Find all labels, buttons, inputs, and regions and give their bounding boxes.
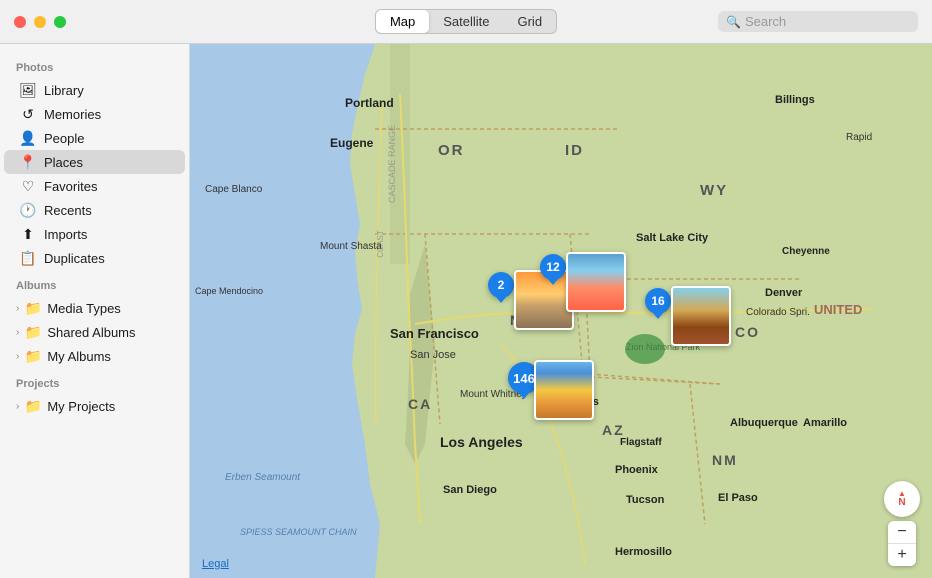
photo-beach xyxy=(516,272,572,328)
sidebar-item-library[interactable]: 🖼 Library xyxy=(4,78,185,102)
favorites-icon: ♡ xyxy=(20,178,36,194)
sidebar-item-memories[interactable]: ↺ Memories xyxy=(4,102,185,126)
photo-person xyxy=(568,254,624,310)
pin-thumbnail-4 xyxy=(534,360,594,420)
recents-icon: 🕐 xyxy=(20,202,36,218)
sidebar-item-shared-albums[interactable]: › 📁 Shared Albums xyxy=(4,320,185,344)
map-pin-4[interactable]: 146 xyxy=(508,362,540,394)
tab-satellite[interactable]: Satellite xyxy=(429,10,503,33)
search-input[interactable] xyxy=(745,14,910,29)
library-icon: 🖼 xyxy=(20,82,36,98)
map-pin-3[interactable]: 16 xyxy=(645,288,671,314)
my-albums-folder-icon: 📁 xyxy=(25,348,41,364)
photo-canyon xyxy=(673,288,729,344)
sidebar: Photos 🖼 Library ↺ Memories 👤 People 📍 P… xyxy=(0,44,190,578)
sidebar-item-label-favorites: Favorites xyxy=(44,179,97,194)
close-button[interactable] xyxy=(14,16,26,28)
legal-link[interactable]: Legal xyxy=(202,558,229,570)
chevron-icon-4: › xyxy=(16,401,19,412)
pin-count-2: 12 xyxy=(540,254,566,280)
sidebar-item-duplicates[interactable]: 📋 Duplicates xyxy=(4,246,185,270)
traffic-lights xyxy=(0,16,66,28)
view-tabs: Map Satellite Grid xyxy=(375,9,557,34)
minimize-button[interactable] xyxy=(34,16,46,28)
shared-albums-folder-icon: 📁 xyxy=(25,324,41,340)
people-icon: 👤 xyxy=(20,130,36,146)
sidebar-item-label-memories: Memories xyxy=(44,107,101,122)
photo-person2 xyxy=(536,362,592,418)
chevron-icon: › xyxy=(16,303,19,314)
tab-grid[interactable]: Grid xyxy=(503,10,556,33)
pin-thumbnail-3 xyxy=(671,286,731,346)
sidebar-item-favorites[interactable]: ♡ Favorites xyxy=(4,174,185,198)
tab-map[interactable]: Map xyxy=(376,10,429,33)
sidebar-item-my-projects[interactable]: › 📁 My Projects xyxy=(4,394,185,418)
sidebar-item-label-duplicates: Duplicates xyxy=(44,251,105,266)
duplicates-icon: 📋 xyxy=(20,250,36,266)
sidebar-item-places[interactable]: 📍 Places xyxy=(4,150,185,174)
section-label-albums: Albums xyxy=(0,270,189,296)
sidebar-item-label-my-projects: My Projects xyxy=(47,399,115,414)
zoom-controls: − + xyxy=(888,521,916,566)
sidebar-item-label-media-types: Media Types xyxy=(47,301,120,316)
sidebar-item-label-imports: Imports xyxy=(44,227,87,242)
sidebar-item-my-albums[interactable]: › 📁 My Albums xyxy=(4,344,185,368)
search-bar[interactable]: 🔍 xyxy=(718,11,918,32)
chevron-icon-2: › xyxy=(16,327,19,338)
maximize-button[interactable] xyxy=(54,16,66,28)
sidebar-item-recents[interactable]: 🕐 Recents xyxy=(4,198,185,222)
sidebar-item-label-my-albums: My Albums xyxy=(47,349,111,364)
svg-text:CASCADE RANGE: CASCADE RANGE xyxy=(387,125,397,203)
sidebar-item-label-library: Library xyxy=(44,83,84,98)
section-label-projects: Projects xyxy=(0,368,189,394)
map-pin-1[interactable]: 2 xyxy=(488,272,514,298)
sidebar-item-label-places: Places xyxy=(44,155,83,170)
compass-label: N xyxy=(898,498,905,508)
places-icon: 📍 xyxy=(20,154,36,170)
main-content: Photos 🖼 Library ↺ Memories 👤 People 📍 P… xyxy=(0,44,932,578)
svg-text:COAST: COAST xyxy=(376,230,385,258)
sidebar-item-imports[interactable]: ⬆ Imports xyxy=(4,222,185,246)
imports-icon: ⬆ xyxy=(20,226,36,242)
toolbar-center: Map Satellite Grid xyxy=(375,9,557,34)
pin-count-1: 2 xyxy=(488,272,514,298)
sidebar-item-label-people: People xyxy=(44,131,84,146)
compass[interactable]: ▲ N xyxy=(884,481,920,517)
my-projects-folder-icon: 📁 xyxy=(25,398,41,414)
map-area[interactable]: CASCADE RANGE COAST Portland Eugene Cape… xyxy=(190,44,932,578)
media-types-folder-icon: 📁 xyxy=(25,300,41,316)
zoom-plus-button[interactable]: + xyxy=(888,544,916,566)
sidebar-item-label-shared-albums: Shared Albums xyxy=(47,325,135,340)
search-icon: 🔍 xyxy=(726,15,741,29)
sidebar-item-media-types[interactable]: › 📁 Media Types xyxy=(4,296,185,320)
pin-count-3: 16 xyxy=(645,288,671,314)
pin-thumbnail-2 xyxy=(566,252,626,312)
zoom-minus-button[interactable]: − xyxy=(888,521,916,543)
sidebar-item-people[interactable]: 👤 People xyxy=(4,126,185,150)
section-label-photos: Photos xyxy=(0,52,189,78)
memories-icon: ↺ xyxy=(20,106,36,122)
chevron-icon-3: › xyxy=(16,351,19,362)
map-pin-2[interactable]: 12 xyxy=(540,254,566,280)
titlebar: Map Satellite Grid 🔍 xyxy=(0,0,932,44)
map-controls: ▲ N − + xyxy=(884,481,920,566)
sidebar-item-label-recents: Recents xyxy=(44,203,92,218)
